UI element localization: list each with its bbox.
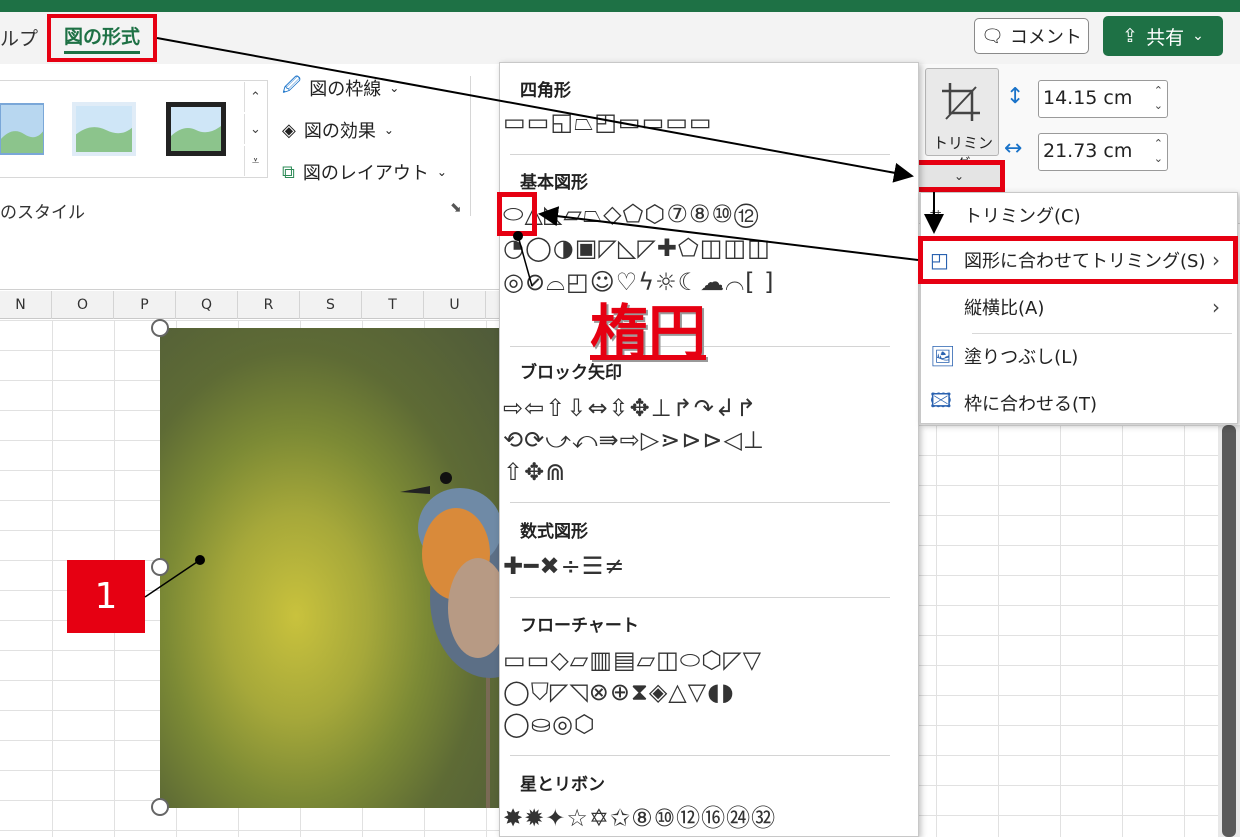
shape-row[interactable]: ▭▭◱⏢◰▭▭▭▭ — [503, 106, 911, 138]
section-divider — [510, 154, 890, 155]
picture-style-thumb-3[interactable] — [164, 100, 228, 158]
window-top-strip — [0, 0, 1240, 12]
chevron-down-icon: ⌄ — [436, 165, 447, 179]
height-input[interactable]: 14.15 cm ⌃ ⌄ — [1038, 80, 1168, 118]
shape-row[interactable]: ⬭△◺▱⏢◇⬠⬡⑦⑧⑩⑫ — [503, 198, 911, 230]
picture-border-button[interactable]: 🖉 図の枠線 ⌄ — [282, 72, 399, 104]
shape-row[interactable]: ◔◯◑▣◸◺◸✚⬠◫◫◫ — [503, 232, 911, 264]
shape-row[interactable]: ⟲⟳⤻⤺⇛⇨▷⋗⊳⊳◁⊥ — [503, 424, 911, 456]
dialog-launcher-icon[interactable]: ⬊ — [450, 200, 462, 216]
column-header-n[interactable]: N — [0, 291, 52, 319]
picture-style-thumb-2[interactable] — [72, 100, 136, 158]
gallery-scroll-up[interactable]: ⌃ — [244, 82, 266, 112]
menu-item-crop[interactable]: ⌗ トリミング(C) — [930, 196, 1230, 234]
crop-icon — [942, 83, 980, 121]
section-title-equation-shapes: 数式図形 — [520, 522, 588, 542]
picture-effects-button[interactable]: ◈ 図の効果 ⌄ — [282, 114, 394, 146]
shape-row[interactable]: ✸✹✦☆✡✩⑧⑩⑫⑯㉔㉜ — [503, 802, 911, 834]
menu-separator — [972, 333, 1232, 334]
pen-icon: 🖉 — [282, 75, 302, 96]
comment-button[interactable]: 🗨 コメント — [974, 18, 1089, 54]
shape-row[interactable]: ◯⛀◎⬡ — [503, 708, 911, 740]
comment-label: コメント — [1009, 27, 1082, 48]
share-button[interactable]: ⇪ 共有 ⌄ — [1103, 16, 1223, 56]
width-value: 21.73 cm — [1043, 140, 1133, 162]
section-title-stars-banners: 星とリボン — [520, 775, 605, 795]
picture-style-thumb-1[interactable] — [0, 100, 64, 158]
width-input[interactable]: 21.73 cm ⌃ ⌄ — [1038, 133, 1168, 171]
ribbon-separator — [470, 76, 471, 216]
section-divider — [510, 597, 890, 598]
chevron-right-icon: › — [1212, 295, 1220, 319]
width-stepper[interactable]: ⌃ ⌄ — [1154, 136, 1163, 166]
crop-icon: ⌗ — [930, 203, 942, 227]
column-header-o[interactable]: O — [52, 291, 114, 319]
menu-item-label: 縦横比(A) — [964, 298, 1045, 319]
tab-picture-format-label: 図の形式 — [63, 22, 140, 54]
styles-group-label: のスタイル — [0, 203, 85, 223]
chevron-down-icon: ⌄ — [1192, 28, 1204, 44]
fit-icon: 🖾 — [930, 388, 952, 412]
menu-item-fit[interactable]: 🖾 枠に合わせる(T) — [930, 384, 1230, 422]
formula-area — [0, 224, 500, 290]
share-label: 共有 — [1146, 26, 1185, 49]
comment-icon: 🗨 — [981, 25, 1004, 47]
section-title-basic-shapes: 基本図形 — [520, 173, 588, 193]
height-value: 14.15 cm — [1043, 87, 1133, 109]
resize-handle-top-left[interactable] — [151, 319, 169, 337]
crop-to-shape-highlight — [918, 236, 1238, 284]
column-header-q[interactable]: Q — [176, 291, 238, 319]
column-header-r[interactable]: R — [238, 291, 300, 319]
effects-icon: ◈ — [282, 119, 296, 141]
section-title-rectangles: 四角形 — [520, 81, 571, 101]
picture-effects-label: 図の効果 — [303, 121, 376, 142]
tab-help[interactable]: ルプ — [0, 24, 38, 51]
column-header-p[interactable]: P — [114, 291, 176, 319]
menu-item-aspect-ratio[interactable]: 縦横比(A) › — [930, 288, 1230, 326]
column-header-u[interactable]: U — [424, 291, 486, 319]
chevron-down-icon: ⌄ — [953, 169, 965, 183]
menu-item-fill[interactable]: 🖼 塗りつぶし(L) — [930, 337, 1230, 375]
selected-picture[interactable] — [160, 328, 500, 808]
section-divider — [510, 755, 890, 756]
gallery-more[interactable]: ⩡ — [244, 146, 266, 176]
gallery-scroll-down[interactable]: ⌄ — [244, 114, 266, 144]
picture-layout-button[interactable]: ⧉ 図のレイアウト ⌄ — [282, 156, 447, 188]
menu-item-label: 塗りつぶし(L) — [964, 347, 1079, 368]
robin-bird-image — [400, 472, 500, 808]
column-header-s[interactable]: S — [300, 291, 362, 319]
scrollbar-thumb[interactable] — [1222, 425, 1236, 837]
cell-grid-right[interactable] — [918, 425, 1218, 837]
shape-row[interactable]: ◯⛉◸◹⊗⊕⧗◈△▽◖◗ — [503, 676, 911, 708]
height-stepper[interactable]: ⌃ ⌄ — [1154, 83, 1163, 113]
column-header-t[interactable]: T — [362, 291, 424, 319]
share-icon: ⇪ — [1122, 25, 1139, 47]
ellipse-label: 楕円 — [590, 298, 707, 366]
tab-picture-format[interactable]: 図の形式 — [47, 14, 157, 62]
shape-row[interactable]: ⇨⇦⇧⇩⇔⇳✥⊥↱↷↲↱ — [503, 392, 911, 424]
shape-row[interactable]: ◎⊘⌓◰☺♡ϟ☼☾☁⌒[ ] — [503, 266, 911, 298]
vertical-scrollbar[interactable] — [1218, 425, 1240, 837]
resize-handle-bottom-left[interactable] — [151, 798, 169, 816]
width-icon: ↔ — [1004, 136, 1023, 161]
shape-row[interactable]: ✚━✖÷☰≠ — [503, 550, 911, 582]
chevron-down-icon: ⌄ — [389, 81, 400, 95]
shape-row[interactable]: ▭▭◇▱▥▤▱◫⬭⬡◸▽ — [503, 644, 911, 676]
ellipse-shape-highlight[interactable] — [497, 192, 537, 236]
picture-border-label: 図の枠線 — [309, 79, 382, 100]
crop-dropdown-button[interactable]: ⌄ — [913, 160, 1005, 192]
height-icon: ↕ — [1006, 84, 1025, 109]
menu-item-label: トリミング(C) — [964, 206, 1081, 227]
section-title-flowchart: フローチャート — [520, 616, 639, 636]
chevron-down-icon: ⌄ — [383, 123, 394, 137]
layout-icon: ⧉ — [282, 161, 295, 183]
picture-layout-label: 図のレイアウト — [302, 163, 429, 184]
step-1-callout: 1 — [67, 560, 145, 633]
resize-handle-middle-left[interactable] — [151, 558, 169, 576]
section-divider — [510, 502, 890, 503]
shape-row[interactable]: ⇧✥⋒ — [503, 456, 911, 488]
menu-item-label: 枠に合わせる(T) — [964, 394, 1098, 415]
fill-icon: 🖼 — [930, 344, 956, 368]
